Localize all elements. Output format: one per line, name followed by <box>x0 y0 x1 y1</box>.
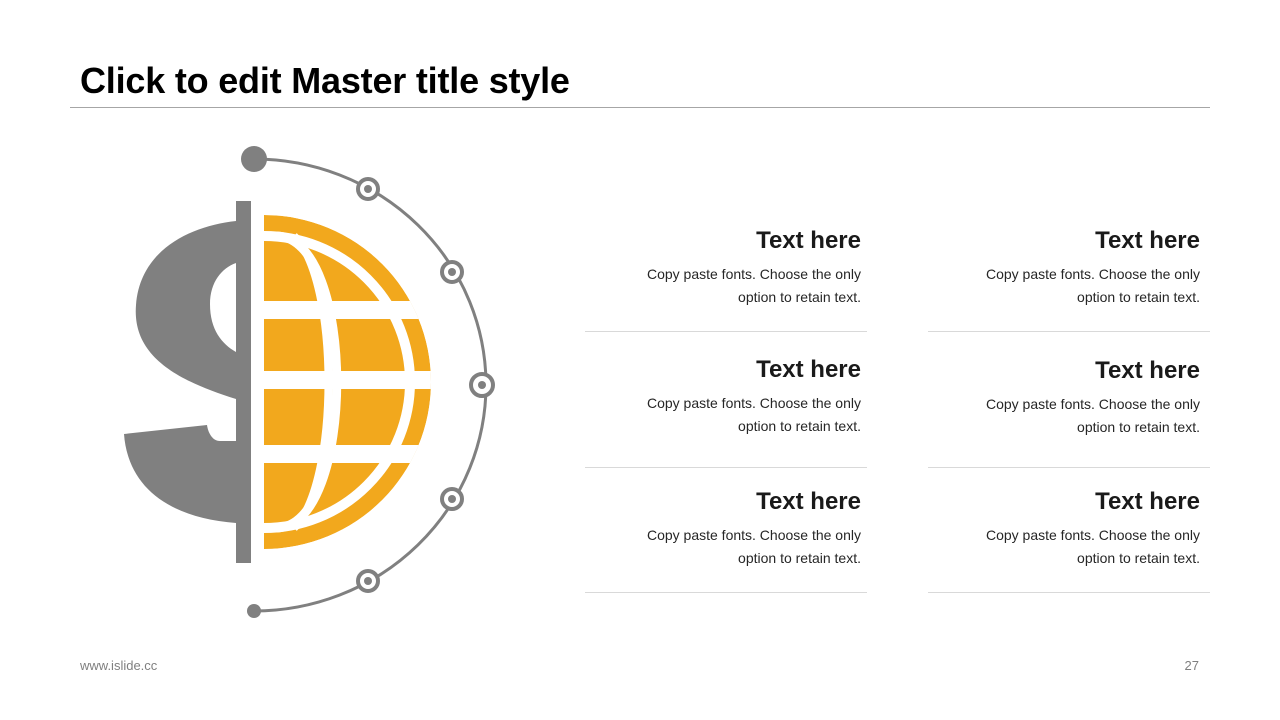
block-heading: Text here <box>1095 227 1200 254</box>
block-heading: Text here <box>756 488 861 515</box>
block-body-line: Copy paste fonts. Choose the only <box>646 527 861 543</box>
orbit-dot-start <box>241 146 267 172</box>
block-body-line: option to retain text. <box>738 418 861 434</box>
text-block: Text here Copy paste fonts. Choose the o… <box>924 488 1200 570</box>
text-block: Text here Copy paste fonts. Choose the o… <box>924 227 1200 309</box>
page-title: Click to edit Master title style <box>80 60 570 101</box>
block-body-line: option to retain text. <box>738 550 861 566</box>
block-body: Copy paste fonts. Choose the only option… <box>585 524 861 570</box>
footer-url: www.islide.cc <box>80 658 158 673</box>
block-body: Copy paste fonts. Choose the only option… <box>924 524 1200 570</box>
block-heading: Text here <box>756 227 861 254</box>
block-body: Copy paste fonts. Choose the only option… <box>585 263 861 309</box>
page-number: 27 <box>1184 658 1199 673</box>
dollar-globe-icon <box>124 146 495 618</box>
dollar-bar <box>236 201 251 563</box>
block-body: Copy paste fonts. Choose the only option… <box>924 393 1200 439</box>
divider <box>585 592 867 593</box>
divider <box>585 467 867 468</box>
divider <box>928 331 1210 332</box>
divider <box>928 592 1210 593</box>
block-body-line: Copy paste fonts. Choose the only <box>985 396 1200 412</box>
dollar-left-half <box>124 221 236 523</box>
block-heading: Text here <box>756 356 861 383</box>
block-body-line: Copy paste fonts. Choose the only <box>646 395 861 411</box>
text-block: Text here Copy paste fonts. Choose the o… <box>585 356 861 438</box>
block-body-line: Copy paste fonts. Choose the only <box>985 527 1200 543</box>
title-underline <box>70 107 1210 108</box>
divider <box>928 467 1210 468</box>
text-block: Text here Copy paste fonts. Choose the o… <box>585 227 861 309</box>
divider <box>585 331 867 332</box>
text-block: Text here Copy paste fonts. Choose the o… <box>585 488 861 570</box>
block-body-line: Copy paste fonts. Choose the only <box>985 266 1200 282</box>
block-body-line: option to retain text. <box>738 289 861 305</box>
orbit-dot-end <box>247 604 261 618</box>
block-heading: Text here <box>1095 357 1200 384</box>
globe-half <box>254 215 431 549</box>
block-body: Copy paste fonts. Choose the only option… <box>924 263 1200 309</box>
block-body-line: option to retain text. <box>1077 289 1200 305</box>
block-body-line: option to retain text. <box>1077 419 1200 435</box>
block-body-line: option to retain text. <box>1077 550 1200 566</box>
block-body-line: Copy paste fonts. Choose the only <box>646 266 861 282</box>
block-body: Copy paste fonts. Choose the only option… <box>585 392 861 438</box>
text-block: Text here Copy paste fonts. Choose the o… <box>924 357 1200 439</box>
block-heading: Text here <box>1095 488 1200 515</box>
